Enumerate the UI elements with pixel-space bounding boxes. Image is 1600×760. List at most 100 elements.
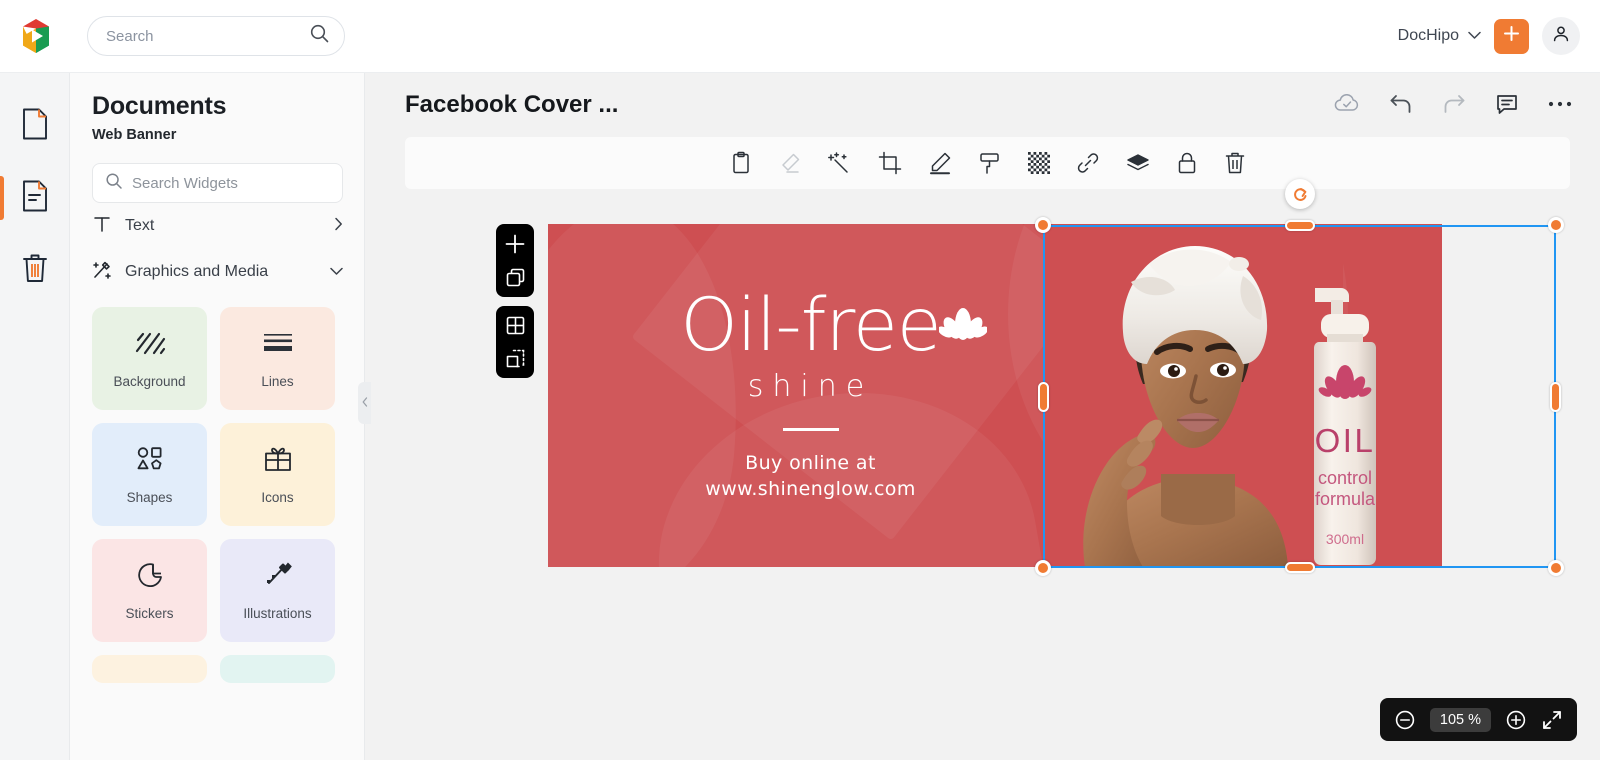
zoom-out-icon[interactable] bbox=[1394, 709, 1416, 731]
chevron-down-icon[interactable] bbox=[1468, 27, 1481, 45]
category-graphics-and-media[interactable]: Graphics and Media bbox=[92, 249, 343, 295]
app-header: DocHipo bbox=[0, 0, 1600, 73]
grid-view-icon[interactable] bbox=[505, 315, 526, 336]
cloud-saved-icon[interactable] bbox=[1334, 94, 1360, 114]
resize-handle-top-right[interactable] bbox=[1548, 217, 1564, 233]
rotate-handle-icon[interactable] bbox=[1284, 179, 1315, 209]
page-float-tools bbox=[496, 224, 534, 378]
widget-card-partial-2[interactable] bbox=[220, 655, 335, 683]
resize-handle-bottom-center[interactable] bbox=[1284, 562, 1315, 573]
workspace-switcher[interactable]: DocHipo bbox=[1398, 27, 1481, 45]
widget-search-input[interactable] bbox=[132, 174, 331, 192]
banner-cta[interactable]: Buy online at www.shinenglow.com bbox=[705, 451, 916, 502]
widget-search[interactable] bbox=[92, 163, 343, 203]
text-t-icon bbox=[92, 214, 112, 239]
product-bottle[interactable]: OIL control formula 300ml bbox=[1293, 276, 1397, 567]
banner-text-block: Oil-free shine Buy online at www.shineng… bbox=[548, 224, 1073, 567]
resize-handle-bottom-right[interactable] bbox=[1548, 560, 1564, 576]
widget-card-lines[interactable]: Lines bbox=[220, 307, 335, 410]
magic-wand-icon[interactable] bbox=[827, 151, 852, 175]
banner-subhead[interactable]: shine bbox=[748, 369, 873, 404]
rail-item-trash[interactable] bbox=[0, 234, 70, 306]
horizontal-lines-icon bbox=[261, 328, 295, 363]
chevron-right-icon[interactable] bbox=[334, 217, 343, 236]
widget-card-label: Illustrations bbox=[243, 606, 312, 621]
workspace-name: DocHipo bbox=[1397, 27, 1459, 44]
redo-icon[interactable] bbox=[1442, 93, 1466, 115]
global-search[interactable] bbox=[87, 16, 345, 56]
lotus-flower-icon bbox=[937, 281, 988, 354]
resize-handle-middle-left[interactable] bbox=[1038, 381, 1049, 412]
document-actions bbox=[1334, 93, 1572, 115]
bottle-product-name: OIL bbox=[1315, 422, 1376, 459]
add-page-icon[interactable] bbox=[504, 233, 526, 255]
link-icon[interactable] bbox=[1076, 151, 1100, 175]
resize-handle-top-center[interactable] bbox=[1284, 220, 1315, 231]
crop-icon[interactable] bbox=[878, 151, 902, 175]
header-actions: DocHipo bbox=[1398, 17, 1580, 55]
category-text[interactable]: Text bbox=[92, 203, 343, 249]
document-icon bbox=[19, 179, 51, 218]
clipboard-icon[interactable] bbox=[730, 151, 752, 175]
zoom-level[interactable]: 105 % bbox=[1429, 707, 1491, 732]
page-tools-group-1 bbox=[496, 224, 534, 297]
dochipo-logo[interactable] bbox=[16, 16, 56, 56]
banner-headline-text: Oil-free bbox=[680, 282, 941, 368]
page-icon bbox=[19, 107, 51, 146]
panel-collapse-toggle[interactable] bbox=[358, 382, 371, 424]
fullscreen-icon[interactable] bbox=[1541, 709, 1563, 731]
lock-icon[interactable] bbox=[1176, 151, 1198, 175]
widget-card-stickers[interactable]: Stickers bbox=[92, 539, 207, 642]
rail-item-pages[interactable] bbox=[0, 90, 70, 162]
eraser-icon[interactable] bbox=[778, 151, 802, 175]
chevron-left-icon bbox=[362, 394, 368, 412]
banner-headline[interactable]: Oil-free bbox=[680, 289, 988, 362]
plus-icon bbox=[1502, 24, 1521, 48]
object-toolbar bbox=[405, 137, 1570, 189]
widget-panel: Documents Web Banner Text bbox=[70, 73, 365, 760]
search-icon bbox=[105, 172, 123, 195]
banner-design[interactable]: Oil-free shine Buy online at www.shineng… bbox=[548, 224, 1442, 567]
more-options-icon[interactable] bbox=[1548, 100, 1572, 108]
transparency-icon[interactable] bbox=[1027, 152, 1050, 174]
rail-item-documents[interactable] bbox=[0, 162, 70, 234]
layers-icon[interactable] bbox=[1126, 153, 1150, 173]
document-title[interactable]: Facebook Cover ... bbox=[405, 91, 618, 119]
resize-handle-bottom-left[interactable] bbox=[1035, 560, 1051, 576]
chevron-down-icon[interactable] bbox=[330, 263, 343, 281]
widget-card-illustrations[interactable]: Illustrations bbox=[220, 539, 335, 642]
widget-card-partial-1[interactable] bbox=[92, 655, 207, 683]
shapes-icon bbox=[133, 444, 167, 479]
banner-cta-line-1: Buy online at bbox=[745, 451, 876, 474]
widget-card-background[interactable]: Background bbox=[92, 307, 207, 410]
bottle-line-1: control bbox=[1318, 468, 1372, 488]
user-avatar-icon bbox=[1551, 24, 1571, 49]
widget-card-icons[interactable]: Icons bbox=[220, 423, 335, 526]
resize-handle-middle-right[interactable] bbox=[1550, 381, 1561, 412]
category-label: Graphics and Media bbox=[125, 263, 269, 280]
user-avatar[interactable] bbox=[1542, 17, 1580, 55]
create-new-button[interactable] bbox=[1494, 18, 1529, 54]
resize-handle-top-left[interactable] bbox=[1035, 217, 1051, 233]
sticker-icon bbox=[134, 560, 166, 595]
select-area-icon[interactable] bbox=[505, 348, 526, 369]
paint-roller-icon[interactable] bbox=[978, 151, 1002, 175]
pencil-edit-icon[interactable] bbox=[928, 151, 952, 175]
search-icon[interactable] bbox=[309, 23, 330, 49]
trash-icon bbox=[19, 251, 51, 290]
search-input[interactable] bbox=[106, 27, 309, 45]
diagonal-stripes-icon bbox=[133, 328, 167, 363]
delete-icon[interactable] bbox=[1224, 151, 1246, 175]
page-title: Documents bbox=[92, 92, 227, 120]
zoom-in-icon[interactable] bbox=[1505, 709, 1527, 731]
comment-icon[interactable] bbox=[1495, 93, 1519, 115]
gift-box-icon bbox=[262, 444, 294, 479]
widget-card-label: Lines bbox=[261, 374, 294, 389]
widget-card-grid: Background Lines Shapes Icons Stickers I… bbox=[92, 307, 346, 683]
duplicate-page-icon[interactable] bbox=[505, 267, 526, 288]
panel-subtitle: Web Banner bbox=[92, 127, 177, 143]
canvas-area: Facebook Cover ... Oil-free shine Buy on… bbox=[365, 73, 1600, 760]
widget-card-label: Background bbox=[113, 374, 186, 389]
undo-icon[interactable] bbox=[1389, 93, 1413, 115]
widget-card-shapes[interactable]: Shapes bbox=[92, 423, 207, 526]
